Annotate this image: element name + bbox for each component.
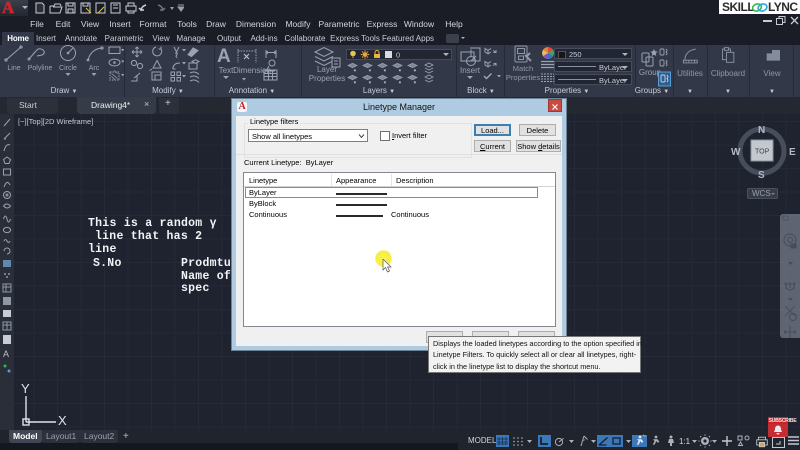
svg-text:1:1: 1:1 — [679, 437, 691, 446]
svg-text:Line: Line — [7, 65, 20, 72]
svg-text:S: S — [758, 170, 765, 181]
svg-text:Arc: Arc — [89, 65, 100, 72]
svg-text:Circle: Circle — [59, 65, 77, 72]
svg-text:TOP: TOP — [755, 149, 770, 156]
svg-text:Y: Y — [21, 381, 30, 396]
svg-text:N: N — [758, 125, 765, 136]
svg-text:A: A — [3, 349, 9, 359]
svg-text:X: X — [58, 413, 67, 428]
svg-text:W: W — [731, 147, 741, 158]
svg-text:0: 0 — [396, 51, 400, 60]
svg-text:E: E — [789, 147, 796, 158]
svg-text:Polyline: Polyline — [28, 65, 53, 72]
